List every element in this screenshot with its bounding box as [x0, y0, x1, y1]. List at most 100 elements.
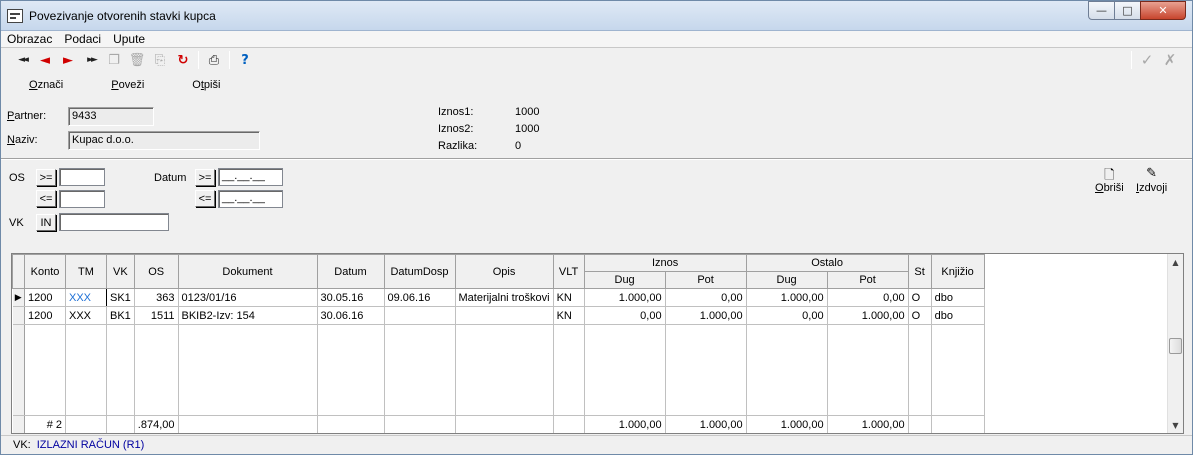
col-opis-header[interactable]: Opis: [454, 254, 554, 289]
vertical-scrollbar[interactable]: ▲ ▼: [1167, 254, 1183, 433]
cell-ostalo-pot[interactable]: 0,00: [827, 288, 909, 307]
otpisi-button[interactable]: Otpiši: [192, 79, 220, 91]
cell-opis[interactable]: Materijalni troškovi: [455, 288, 554, 307]
delete-record-icon[interactable]: 🗑: [128, 51, 146, 69]
os-from-input[interactable]: [59, 168, 105, 186]
last-record-icon[interactable]: ►►: [82, 51, 100, 69]
obrisi-button[interactable]: 🗋 Obriši: [1095, 166, 1124, 194]
col-vk-header[interactable]: VK: [106, 254, 135, 289]
col-iznos-dug-header[interactable]: Dug: [583, 271, 666, 289]
minimize-button[interactable]: —: [1088, 1, 1115, 20]
cell-datum[interactable]: 30.06.16: [317, 306, 385, 325]
maximize-button[interactable]: □: [1114, 1, 1141, 20]
empty-cell: [106, 324, 135, 416]
col-datum-header[interactable]: Datum: [316, 254, 385, 289]
cell-st[interactable]: O: [908, 288, 932, 307]
confirm-icon[interactable]: ✓: [1138, 51, 1156, 69]
toolbar-right: ✓ ✗: [1130, 51, 1184, 69]
cell-vlt[interactable]: KN: [553, 306, 585, 325]
cell-datumdosp[interactable]: [384, 306, 456, 325]
col-vlt-header[interactable]: VLT: [552, 254, 585, 289]
cell-vk[interactable]: BK1: [106, 306, 135, 325]
table-row[interactable]: 1200 XXX BK1 1511 BKIB2-Izv: 154 30.06.1…: [12, 306, 985, 325]
cell-os[interactable]: 363: [134, 288, 179, 307]
cell-opis[interactable]: [455, 306, 554, 325]
col-konto-header[interactable]: Konto: [24, 254, 66, 289]
obrisi-label: Obriši: [1095, 182, 1124, 194]
scroll-up-icon[interactable]: ▲: [1168, 254, 1183, 270]
cell-dokument[interactable]: 0123/01/16: [178, 288, 318, 307]
datum-le-button[interactable]: <=: [195, 190, 215, 207]
col-dokument-header[interactable]: Dokument: [177, 254, 318, 289]
cell-os[interactable]: 1511: [134, 306, 179, 325]
datum-ge-button[interactable]: >=: [195, 169, 215, 186]
izdvoji-button[interactable]: ✎ Izdvoji: [1136, 166, 1167, 194]
cell-konto[interactable]: 1200: [24, 306, 66, 325]
scroll-down-icon[interactable]: ▼: [1168, 417, 1183, 433]
items-table: Konto TM VK OS Dokument Datum DatumDosp …: [12, 254, 985, 433]
cell-iznos-pot[interactable]: 1.000,00: [665, 306, 747, 325]
oznaci-button[interactable]: Označi: [29, 79, 63, 91]
col-ostalo-dug-header[interactable]: Dug: [745, 271, 828, 289]
first-record-icon[interactable]: ◄◄: [13, 51, 31, 69]
copy-record-icon[interactable]: ❐: [105, 51, 123, 69]
col-os-header[interactable]: OS: [133, 254, 179, 289]
close-button[interactable]: ✕: [1140, 1, 1186, 20]
cell-st[interactable]: O: [908, 306, 932, 325]
cell-iznos-pot[interactable]: 0,00: [665, 288, 747, 307]
os-to-input[interactable]: [59, 190, 105, 208]
empty-cell: [827, 324, 909, 416]
total-ostalo-pot: 1.000,00: [827, 415, 909, 433]
cell-knjizio[interactable]: dbo: [931, 288, 985, 307]
help-icon[interactable]: ?: [236, 51, 254, 69]
os-ge-button[interactable]: >=: [36, 169, 56, 186]
table-row[interactable]: ▶ 1200 XXX SK1 363 0123/01/16 30.05.16 0…: [12, 288, 985, 307]
datum-from-input[interactable]: __.__.__: [218, 168, 283, 186]
empty-cell: [584, 324, 666, 416]
col-knjizio-header[interactable]: Knjižio: [930, 254, 985, 289]
scroll-thumb[interactable]: [1169, 338, 1182, 354]
cell-datumdosp[interactable]: 09.06.16: [384, 288, 456, 307]
cell-ostalo-dug[interactable]: 1.000,00: [746, 288, 828, 307]
pencil-icon: ✎: [1146, 166, 1158, 181]
toolbar-separator: [198, 51, 199, 69]
vk-in-button[interactable]: IN: [36, 214, 56, 231]
duplicate-record-icon[interactable]: ⎘: [151, 51, 169, 69]
izdvoji-label: Izdvoji: [1136, 182, 1167, 194]
refresh-icon[interactable]: ↻: [174, 51, 192, 69]
cell-dokument[interactable]: BKIB2-Izv: 154: [178, 306, 318, 325]
col-iznos-pot-header[interactable]: Pot: [664, 271, 747, 289]
cell-tm[interactable]: XXX: [65, 306, 107, 325]
cancel-icon[interactable]: ✗: [1161, 51, 1179, 69]
cell-ostalo-pot[interactable]: 1.000,00: [827, 306, 909, 325]
cell-vk[interactable]: SK1: [106, 288, 135, 307]
cell-vlt[interactable]: KN: [553, 288, 585, 307]
menu-upute[interactable]: Upute: [111, 32, 151, 46]
cell-iznos-dug[interactable]: 0,00: [584, 306, 666, 325]
datum-to-input[interactable]: __.__.__: [218, 190, 283, 208]
os-le-button[interactable]: <=: [36, 190, 56, 207]
total-iznos-dug: 1.000,00: [584, 415, 666, 433]
partner-field[interactable]: 9433: [68, 107, 154, 126]
col-tm-header[interactable]: TM: [65, 254, 107, 289]
col-st-header[interactable]: St: [907, 254, 932, 289]
cell-tm[interactable]: XXX: [65, 288, 107, 307]
menu-podaci[interactable]: Podaci: [62, 32, 107, 46]
cell-konto[interactable]: 1200: [24, 288, 66, 307]
next-record-icon[interactable]: ►: [59, 51, 77, 69]
print-icon[interactable]: ⎙: [205, 51, 223, 69]
status-bar: VK: IZLAZNI RAČUN (R1): [1, 435, 1192, 454]
povezi-button[interactable]: Poveži: [111, 79, 144, 91]
previous-record-icon[interactable]: ◄: [36, 51, 54, 69]
cell-iznos-dug[interactable]: 1.000,00: [584, 288, 666, 307]
total-empty: [908, 415, 932, 433]
row-indicator-header: [12, 254, 25, 289]
menu-obrazac[interactable]: Obrazac: [5, 32, 58, 46]
cell-ostalo-dug[interactable]: 0,00: [746, 306, 828, 325]
col-datumdosp-header[interactable]: DatumDosp: [383, 254, 456, 289]
col-ostalo-pot-header[interactable]: Pot: [826, 271, 909, 289]
window-title: Povezivanje otvorenih stavki kupca: [29, 8, 216, 23]
cell-knjizio[interactable]: dbo: [931, 306, 985, 325]
cell-datum[interactable]: 30.05.16: [317, 288, 385, 307]
vk-input[interactable]: [59, 213, 169, 231]
